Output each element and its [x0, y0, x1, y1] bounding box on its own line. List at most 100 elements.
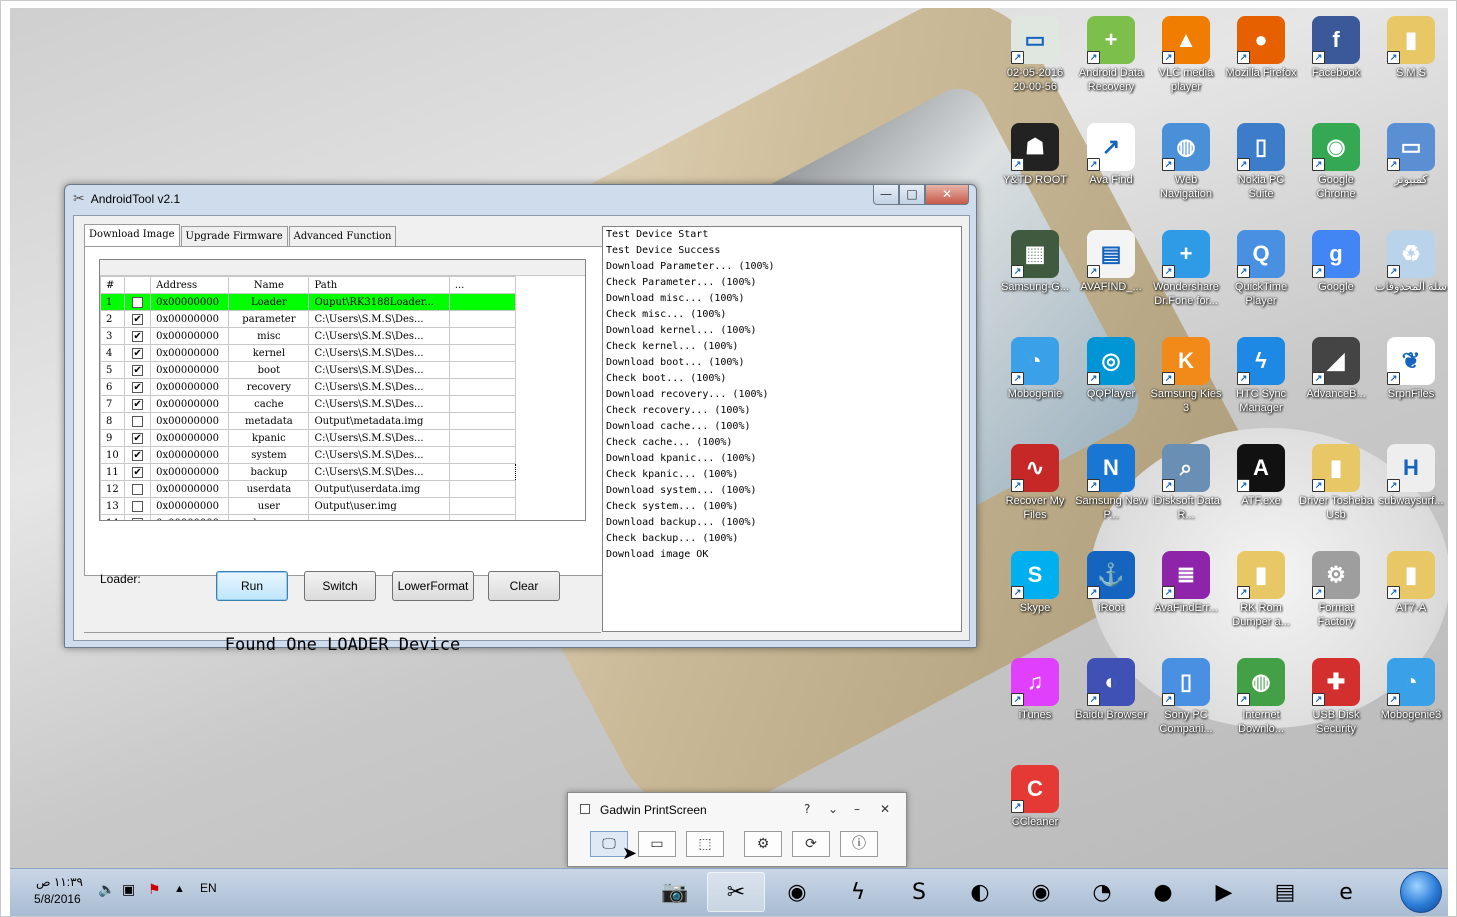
- action-center-icon[interactable]: ⚑: [148, 881, 161, 898]
- row-address[interactable]: 0x00000000: [150, 327, 230, 345]
- row-checkbox[interactable]: ✔: [132, 398, 144, 410]
- row-index[interactable]: 12: [100, 480, 126, 498]
- skype-task-icon[interactable]: S: [890, 872, 948, 912]
- tab-upgrade-firmware[interactable]: Upgrade Firmware: [180, 226, 288, 246]
- tab-download-image[interactable]: Download Image: [84, 224, 180, 246]
- desktop-icon[interactable]: ▮ ↗ Driver Tosheba Usb: [1299, 444, 1373, 522]
- media-player-task-icon[interactable]: ▶: [1195, 872, 1253, 912]
- table-row[interactable]: 8 0x00000000 metadata Output\metadata.img: [100, 412, 517, 430]
- row-address[interactable]: 0x00000000: [150, 310, 230, 328]
- row-browse[interactable]: [448, 293, 517, 311]
- desktop-icon[interactable]: ▯ ↗ Nokia PC Suite: [1224, 123, 1298, 201]
- desktop-icon[interactable]: ◢ ↗ AdvanceB...: [1299, 337, 1373, 401]
- clock-time[interactable]: ١١:٣٩ ص: [36, 875, 83, 889]
- gadwin-checkbox[interactable]: [580, 804, 590, 814]
- androidtool-task-icon[interactable]: ✂: [707, 872, 765, 912]
- row-checkbox[interactable]: [132, 415, 144, 427]
- desktop-icon[interactable]: ◐ ↗ Baidu Browser: [1074, 658, 1148, 722]
- clear-button[interactable]: Clear: [488, 571, 560, 601]
- firefox-task-icon[interactable]: ●: [1134, 872, 1192, 912]
- desktop-icon[interactable]: ▮ ↗ S.M.S: [1374, 16, 1448, 80]
- row-name[interactable]: cache: [228, 395, 310, 413]
- camera-app-icon[interactable]: 📷: [646, 872, 704, 912]
- table-row[interactable]: 2 ✔ 0x00000000 parameter C:\Users\S.M.S\Des.…: [100, 310, 517, 328]
- desktop-icon[interactable]: ◉ ↗ Google Chrome: [1299, 123, 1373, 201]
- row-index[interactable]: 3: [100, 327, 126, 345]
- row-index[interactable]: 1: [100, 293, 126, 311]
- close-icon[interactable]: ✕: [880, 802, 890, 816]
- row-address[interactable]: 0x00000000: [150, 361, 230, 379]
- row-checkbox[interactable]: ✔: [132, 313, 144, 325]
- row-browse[interactable]: [448, 412, 517, 430]
- row-name[interactable]: misc: [228, 327, 310, 345]
- desktop-icon[interactable]: ♻ ↗ سلة المحذوفات: [1374, 230, 1448, 294]
- baidu-task-icon[interactable]: ◐: [951, 872, 1009, 912]
- row-path[interactable]: Output\metadata.img: [308, 412, 450, 430]
- row-checkbox-cell[interactable]: [124, 514, 152, 520]
- table-row[interactable]: 13 0x00000000 user Output\user.img: [100, 497, 517, 515]
- row-name[interactable]: userdata: [228, 480, 310, 498]
- row-checkbox-cell[interactable]: [124, 497, 152, 515]
- row-browse[interactable]: [448, 480, 517, 498]
- help-icon[interactable]: ?: [804, 802, 810, 816]
- row-browse[interactable]: [448, 463, 517, 481]
- desktop-icon[interactable]: ↗ ↗ Ava Find: [1074, 123, 1148, 187]
- table-row[interactable]: 5 ✔ 0x00000000 boot C:\Users\S.M.S\Des...: [100, 361, 517, 379]
- row-browse[interactable]: [448, 378, 517, 396]
- row-index[interactable]: 10: [100, 446, 126, 464]
- desktop-icon[interactable]: f ↗ Facebook: [1299, 16, 1373, 80]
- row-address[interactable]: 0x00000000: [150, 293, 230, 311]
- clock-date[interactable]: 5/8/2016: [34, 892, 81, 906]
- row-path[interactable]: C:\Users\S.M.S\Des...: [308, 344, 450, 362]
- row-checkbox[interactable]: ✔: [132, 330, 144, 342]
- row-checkbox-cell[interactable]: ✔: [124, 327, 152, 345]
- desktop-icon[interactable]: ⚓ ↗ iRoot: [1074, 551, 1148, 615]
- row-address[interactable]: 0x00000000: [150, 395, 230, 413]
- row-index[interactable]: 14: [100, 514, 126, 520]
- row-path[interactable]: C:\Users\S.M.S\Des...: [308, 446, 450, 464]
- row-checkbox[interactable]: ✔: [132, 449, 144, 461]
- table-row[interactable]: 12 0x00000000 userdata Output\userdata.img: [100, 480, 517, 498]
- htc-sync-task-icon[interactable]: ϟ: [829, 872, 887, 912]
- row-checkbox-cell[interactable]: [124, 412, 152, 430]
- desktop-icon[interactable]: ☗ ↗ Y&TD ROOT: [998, 123, 1072, 187]
- table-row[interactable]: 1 0x00000000 Loader Ouput\RK3188Loader...: [100, 293, 517, 311]
- desktop-icon[interactable]: ▤ ↗ AVAFIND_...: [1074, 230, 1148, 294]
- desktop-icon[interactable]: N ↗ Samsung New P...: [1074, 444, 1148, 522]
- desktop-icon[interactable]: ▭ ↗ 02-05-2016 20-00-56: [998, 16, 1072, 94]
- row-checkbox[interactable]: ✔: [132, 381, 144, 393]
- row-browse[interactable]: [448, 344, 517, 362]
- desktop-icon[interactable]: ♫ ↗ iTunes: [998, 658, 1072, 722]
- dropdown-icon[interactable]: ⌄: [828, 802, 838, 816]
- desktop-icon[interactable]: ▮ ↗ RK Rom Dumper a...: [1224, 551, 1298, 629]
- show-hidden-icons[interactable]: ▲: [174, 883, 185, 895]
- desktop-icon[interactable]: Q ↗ QuickTime Player: [1224, 230, 1298, 308]
- row-checkbox[interactable]: ✔: [132, 347, 144, 359]
- table-row[interactable]: 10 ✔ 0x00000000 system C:\Users\S.M.S\Des...: [100, 446, 517, 464]
- row-name[interactable]: kernel: [228, 344, 310, 362]
- row-name[interactable]: Loader: [228, 293, 310, 311]
- desktop-icon[interactable]: ❦ ↗ SrpnFiles: [1374, 337, 1448, 401]
- row-browse[interactable]: [448, 497, 517, 515]
- row-address[interactable]: 0x00000000: [150, 344, 230, 362]
- run-button[interactable]: Run: [216, 571, 288, 601]
- row-index[interactable]: 8: [100, 412, 126, 430]
- desktop-icon[interactable]: ▮ ↗ AT7-A: [1374, 551, 1448, 615]
- row-name[interactable]: user: [228, 497, 310, 515]
- desktop-icon[interactable]: ▦ ↗ Samsung-G...: [998, 230, 1072, 294]
- language-indicator[interactable]: EN: [200, 881, 217, 895]
- row-checkbox-cell[interactable]: ✔: [124, 463, 152, 481]
- desktop-icon[interactable]: ◔ ↗ Mobogenie: [998, 337, 1072, 401]
- row-index[interactable]: 5: [100, 361, 126, 379]
- row-path[interactable]: Ouput\RK3188Loader...: [308, 293, 450, 311]
- desktop-icon[interactable]: ⚙ ↗ Format Factory: [1299, 551, 1373, 629]
- row-path[interactable]: Output\user.img: [308, 497, 450, 515]
- update-button[interactable]: ⟳: [792, 831, 830, 857]
- desktop-icon[interactable]: + ↗ Android Data Recovery: [1074, 16, 1148, 94]
- row-checkbox-cell[interactable]: ✔: [124, 446, 152, 464]
- row-name[interactable]: kpanic: [228, 429, 310, 447]
- row-browse[interactable]: [448, 395, 517, 413]
- table-row[interactable]: 7 ✔ 0x00000000 cache C:\Users\S.M.S\Des...: [100, 395, 517, 413]
- minimize-icon[interactable]: –: [854, 802, 860, 816]
- row-name[interactable]: dummy: [228, 514, 310, 520]
